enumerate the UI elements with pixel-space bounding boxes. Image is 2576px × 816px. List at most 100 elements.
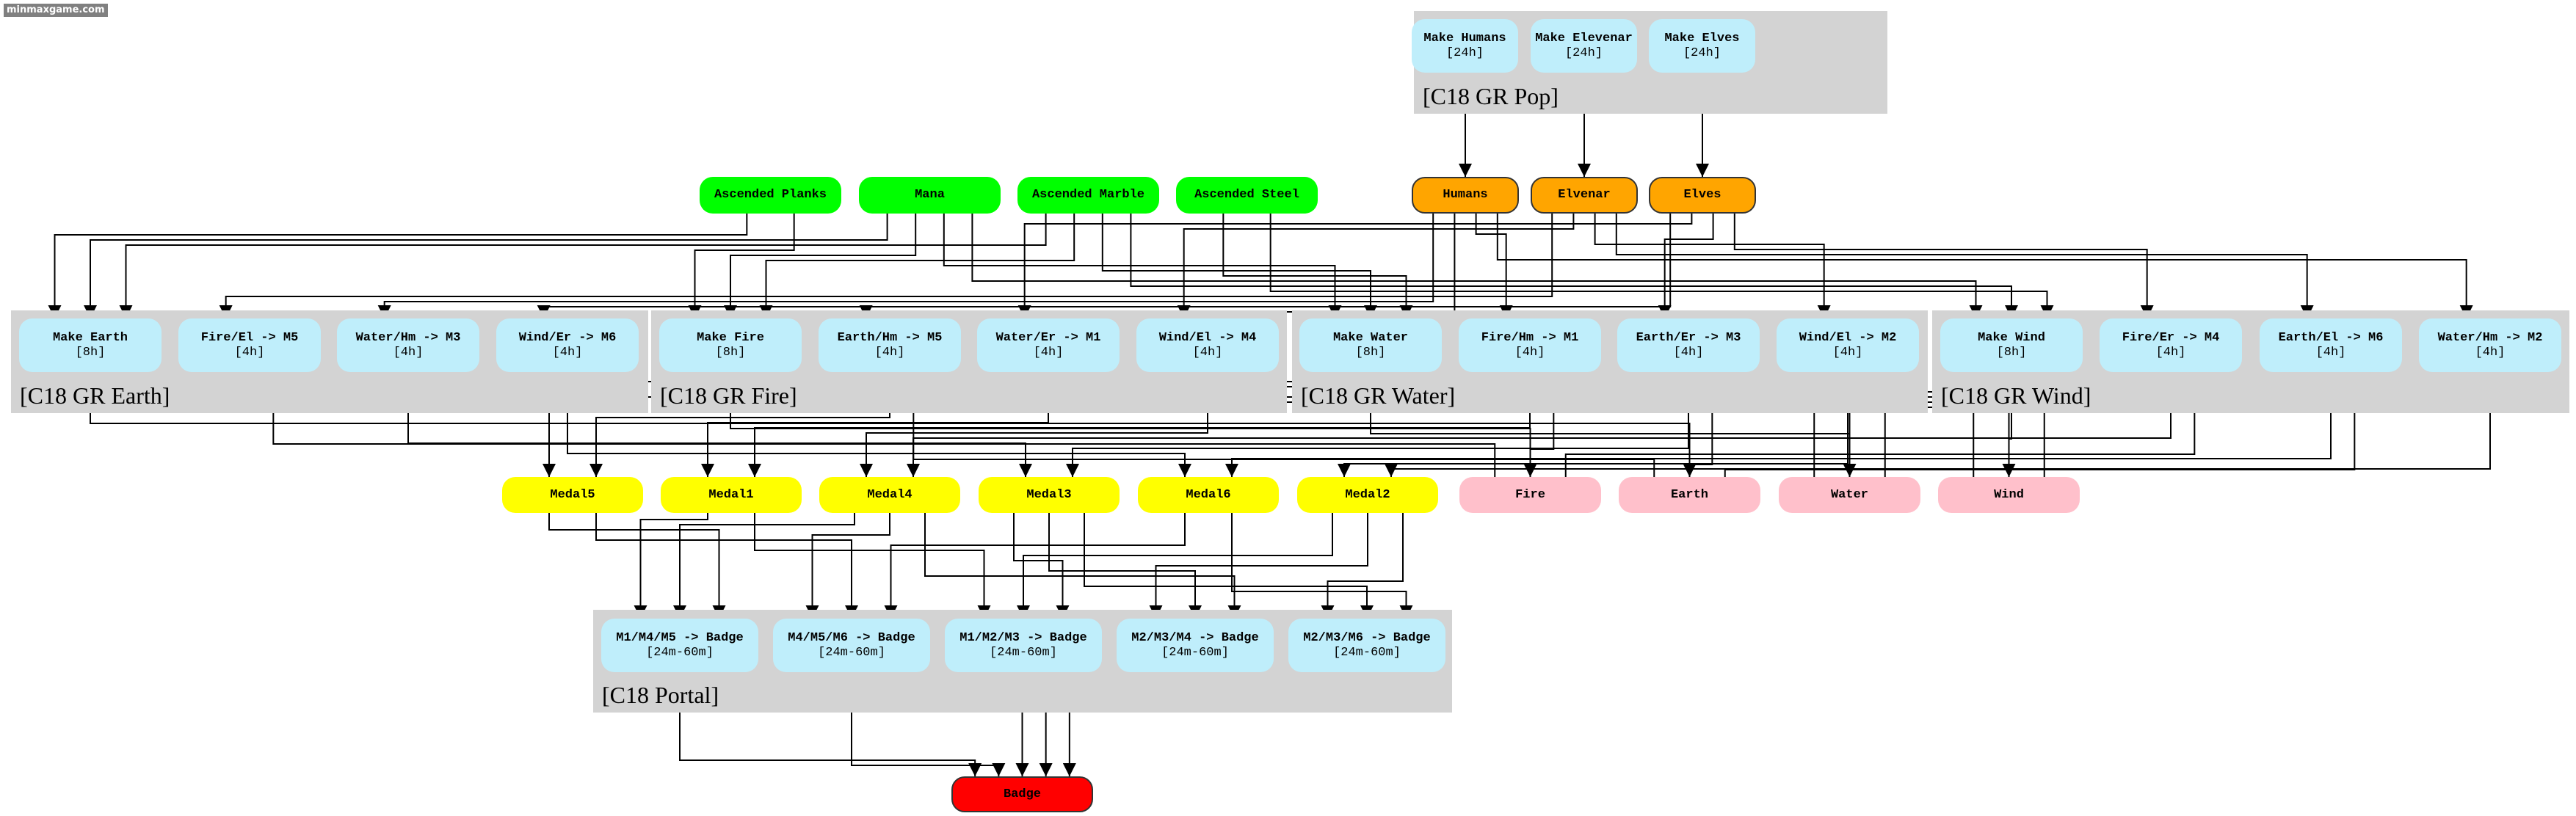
task-earth-er-m3[interactable]: Earth/Er -> M3 [4h] [1617, 318, 1760, 372]
node-duration: [4h] [1673, 345, 1704, 360]
medal-4[interactable]: Medal4 [819, 477, 960, 513]
node-title: Elves [1683, 188, 1721, 202]
task-m1-m2-m3-badge[interactable]: M1/M2/M3 -> Badge [24m-60m] [945, 619, 1102, 672]
edge-humans-to-fire_hm_m1 [1475, 214, 1513, 318]
badge-final[interactable]: Badge [951, 776, 1093, 812]
node-title: Fire [1515, 487, 1545, 502]
edge-elves-to-earth_er_m3 [1658, 214, 1714, 318]
node-title: M2/M3/M6 -> Badge [1303, 630, 1431, 645]
node-duration: [4h] [874, 345, 905, 360]
node-title: Water/Hm -> M3 [355, 330, 461, 345]
element-water[interactable]: Water [1779, 477, 1920, 513]
edge-elves-to-wind_er_m6 [537, 214, 1672, 318]
medal-2[interactable]: Medal2 [1297, 477, 1438, 513]
cluster-label: [C18 Portal] [602, 682, 719, 708]
task-earth-hm-m5[interactable]: Earth/Hm -> M5 [4h] [819, 318, 961, 372]
task-water-er-m1[interactable]: Water/Er -> M1 [4h] [977, 318, 1120, 372]
node-duration: [4h] [1192, 345, 1223, 360]
edge-medal4-to-b_m1m4m5 [673, 513, 855, 619]
node-title: Make Water [1332, 330, 1409, 345]
task-make-fire[interactable]: Make Fire [8h] [659, 318, 802, 372]
node-title: Ascended Planks [714, 188, 827, 202]
task-m4-m5-m6-badge[interactable]: M4/M5/M6 -> Badge [24m-60m] [773, 619, 930, 672]
cluster-label: [C18 GR Fire] [660, 382, 797, 409]
node-duration: [24h] [1445, 45, 1484, 60]
task-wind-el-m2[interactable]: Wind/El -> M2 [4h] [1777, 318, 1919, 372]
edge-medal1-to-b_m1m4m5 [634, 513, 708, 619]
task-make-water[interactable]: Make Water [8h] [1299, 318, 1442, 372]
edge-elves-to-water_er_m1 [1017, 214, 1693, 318]
node-title: Fire/Hm -> M1 [1481, 330, 1579, 345]
element-earth[interactable]: Earth [1619, 477, 1760, 513]
task-earth-el-m6[interactable]: Earth/El -> M6 [4h] [2260, 318, 2402, 372]
task-wind-el-m4[interactable]: Wind/El -> M4 [4h] [1136, 318, 1279, 372]
node-duration: [4h] [393, 345, 424, 360]
task-m1-m4-m5-badge[interactable]: M1/M4/M5 -> Badge [24m-60m] [601, 619, 758, 672]
node-duration: [4h] [2475, 345, 2506, 360]
node-title: M4/M5/M6 -> Badge [788, 630, 915, 645]
resource-ascended-planks[interactable]: Ascended Planks [700, 177, 841, 214]
edge-medal5-to-b_m1m4m5 [548, 513, 726, 619]
task-m2-m3-m4-badge[interactable]: M2/M3/M4 -> Badge [24m-60m] [1117, 619, 1274, 672]
node-title: Badge [1003, 787, 1041, 801]
medal-6[interactable]: Medal6 [1138, 477, 1279, 513]
edge-elvenar-to-wind_el_m4 [1177, 214, 1575, 318]
node-duration: [4h] [1033, 345, 1064, 360]
task-make-elvenar[interactable]: Make Elevenar [24h] [1531, 19, 1637, 73]
node-duration: [24h] [1683, 45, 1721, 60]
resource-mana[interactable]: Mana [859, 177, 1001, 214]
medal-3[interactable]: Medal3 [979, 477, 1120, 513]
edge-asc_planks-to-make_earth [48, 214, 748, 318]
element-wind[interactable]: Wind [1938, 477, 2080, 513]
node-title: Make Fire [697, 330, 764, 345]
node-title: M1/M4/M5 -> Badge [616, 630, 744, 645]
node-title: Medal4 [867, 487, 913, 502]
node-title: Make Elves [1664, 31, 1740, 45]
resource-ascended-steel[interactable]: Ascended Steel [1176, 177, 1318, 214]
resource-elves[interactable]: Elves [1649, 177, 1756, 214]
edge-medal3-to-b_m2m3m4 [1048, 513, 1202, 619]
node-title: Make Wind [1978, 330, 2045, 345]
task-water-hm-m2[interactable]: Water/Hm -> M2 [4h] [2419, 318, 2561, 372]
edge-medal4-to-b_m4m5m6 [805, 513, 890, 619]
cluster-label: [C18 GR Earth] [20, 382, 170, 409]
node-duration: [4h] [552, 345, 583, 360]
node-title: Make Humans [1423, 31, 1506, 45]
task-fire-er-m4[interactable]: Fire/Er -> M4 [4h] [2100, 318, 2242, 372]
task-make-elves[interactable]: Make Elves [24h] [1649, 19, 1755, 73]
node-duration: [8h] [1355, 345, 1386, 360]
node-title: Water/Er -> M1 [995, 330, 1101, 345]
resource-elvenar[interactable]: Elvenar [1531, 177, 1638, 214]
node-title: Earth/Er -> M3 [1636, 330, 1741, 345]
task-m2-m3-m6-badge[interactable]: M2/M3/M6 -> Badge [24m-60m] [1288, 619, 1445, 672]
task-make-earth[interactable]: Make Earth [8h] [19, 318, 162, 372]
node-duration: [4h] [2315, 345, 2346, 360]
node-duration: [24m-60m] [818, 645, 885, 660]
cluster-label: [C18 GR Wind] [1941, 382, 2091, 409]
edge-asc_marble-to-make_water [1101, 214, 1377, 318]
task-fire-hm-m1[interactable]: Fire/Hm -> M1 [4h] [1459, 318, 1601, 372]
node-title: Wind/El -> M4 [1158, 330, 1257, 345]
node-duration: [24m-60m] [990, 645, 1057, 660]
edge-medal3-to-b_m1m2m3 [1013, 513, 1070, 619]
task-make-humans[interactable]: Make Humans [24h] [1412, 19, 1518, 73]
edge-asc_marble-to-make_earth [119, 214, 1047, 318]
medal-5[interactable]: Medal5 [502, 477, 643, 513]
medal-1[interactable]: Medal1 [661, 477, 802, 513]
node-title: Medal5 [550, 487, 595, 502]
task-fire-el-m5[interactable]: Fire/El -> M5 [4h] [178, 318, 321, 372]
node-duration: [24m-60m] [1333, 645, 1401, 660]
element-fire[interactable]: Fire [1459, 477, 1601, 513]
task-make-wind[interactable]: Make Wind [8h] [1940, 318, 2083, 372]
node-duration: [4h] [234, 345, 265, 360]
task-water-hm-m3[interactable]: Water/Hm -> M3 [4h] [337, 318, 479, 372]
node-title: Water [1830, 487, 1868, 502]
resource-ascended-marble[interactable]: Ascended Marble [1017, 177, 1159, 214]
task-wind-er-m6[interactable]: Wind/Er -> M6 [4h] [496, 318, 639, 372]
edge-medal2-to-b_m2m3m6 [1321, 513, 1404, 619]
edge-medal2-to-b_m1m2m3 [1017, 513, 1333, 619]
resource-humans[interactable]: Humans [1412, 177, 1519, 214]
edge-mana-to-make_earth [84, 214, 888, 318]
edge-mana-to-make_water [943, 214, 1342, 318]
edge-medal5-to-b_m4m5m6 [595, 513, 858, 619]
